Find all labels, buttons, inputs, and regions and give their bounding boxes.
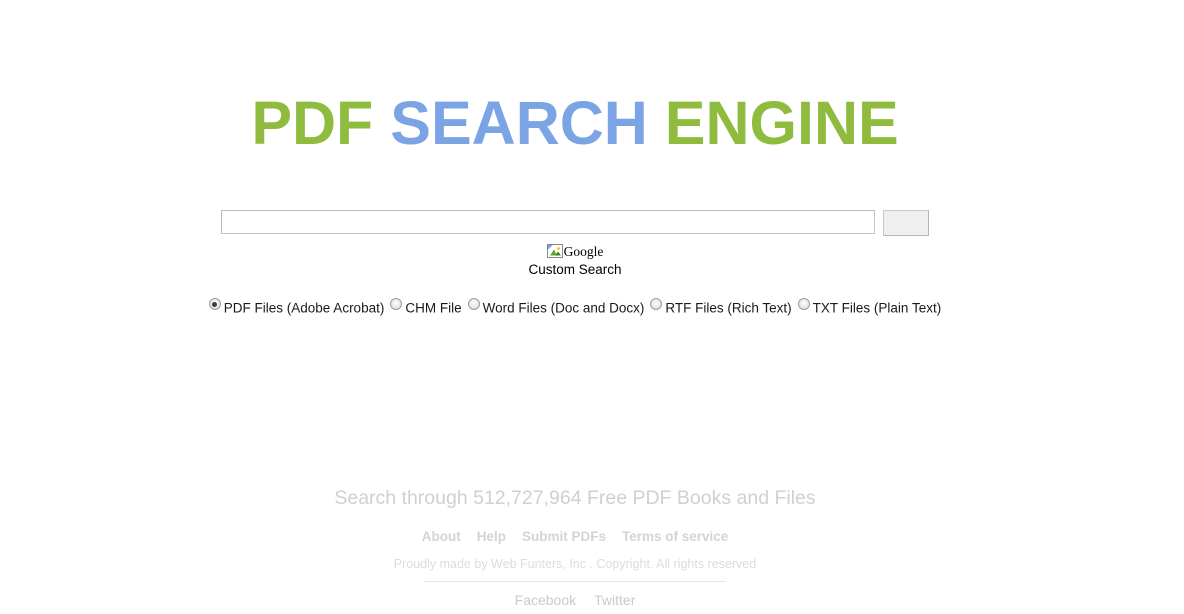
branding-line-2: Custom Search	[528, 262, 622, 277]
file-type-option-chm[interactable]: CHM File	[390, 298, 462, 316]
radio-pdf-label[interactable]: PDF Files (Adobe Acrobat)	[224, 301, 385, 316]
page-title: PDF SEARCH ENGINE	[0, 86, 1150, 160]
footer-copyright: Proudly made by Web Funters, Inc . Copyr…	[393, 557, 757, 571]
radio-rtf[interactable]	[650, 298, 663, 310]
search-submit-button[interactable]	[883, 210, 929, 236]
footer-link-submit-pdfs[interactable]: Submit PDFs	[522, 529, 606, 544]
broken-image-icon	[546, 243, 563, 259]
page-root: PDF SEARCH ENGINE Google Custom Search P…	[0, 0, 1184, 614]
footer-link-about[interactable]: About	[422, 529, 461, 544]
site-header: PDF SEARCH ENGINE	[0, 86, 1150, 160]
radio-txt-label[interactable]: TXT Files (Plain Text)	[813, 301, 942, 316]
branding-image-alt-text: Google	[563, 244, 604, 259]
radio-pdf[interactable]	[208, 298, 221, 310]
footer-divider	[424, 581, 726, 582]
radio-txt[interactable]	[797, 298, 810, 310]
file-type-option-txt[interactable]: TXT Files (Plain Text)	[797, 298, 942, 316]
page-title-part-pdf: PDF	[251, 89, 391, 157]
file-type-option-pdf[interactable]: PDF Files (Adobe Acrobat)	[208, 298, 385, 316]
radio-rtf-label[interactable]: RTF Files (Rich Text)	[665, 301, 791, 316]
radio-chm[interactable]	[390, 298, 403, 310]
google-custom-search-branding: Google Custom Search	[0, 243, 1150, 279]
footer-link-terms-of-service[interactable]: Terms of service	[622, 529, 728, 544]
footer-link-help[interactable]: Help	[477, 529, 506, 544]
page-title-part-search: SEARCH	[390, 89, 648, 157]
file-type-options: PDF Files (Adobe Acrobat) CHM File Word …	[0, 298, 1150, 316]
branding-line-1: Google	[0, 243, 1150, 261]
footer-social-links: Facebook Twitter	[0, 592, 1150, 608]
footer-link-facebook[interactable]: Facebook	[515, 592, 576, 608]
radio-word-label[interactable]: Word Files (Doc and Docx)	[483, 301, 645, 316]
footer-tagline: Search through 512,727,964 Free PDF Book…	[334, 487, 816, 509]
search-input[interactable]	[221, 210, 875, 234]
page-title-part-engine: ENGINE	[647, 89, 899, 157]
file-type-option-rtf[interactable]: RTF Files (Rich Text)	[650, 298, 792, 316]
footer-links: About Help Submit PDFs Terms of service	[0, 529, 1150, 544]
radio-word[interactable]	[467, 298, 480, 310]
footer-link-twitter[interactable]: Twitter	[594, 592, 635, 608]
file-type-option-word[interactable]: Word Files (Doc and Docx)	[467, 298, 645, 316]
radio-chm-label[interactable]: CHM File	[405, 301, 461, 316]
search-form	[221, 210, 931, 240]
